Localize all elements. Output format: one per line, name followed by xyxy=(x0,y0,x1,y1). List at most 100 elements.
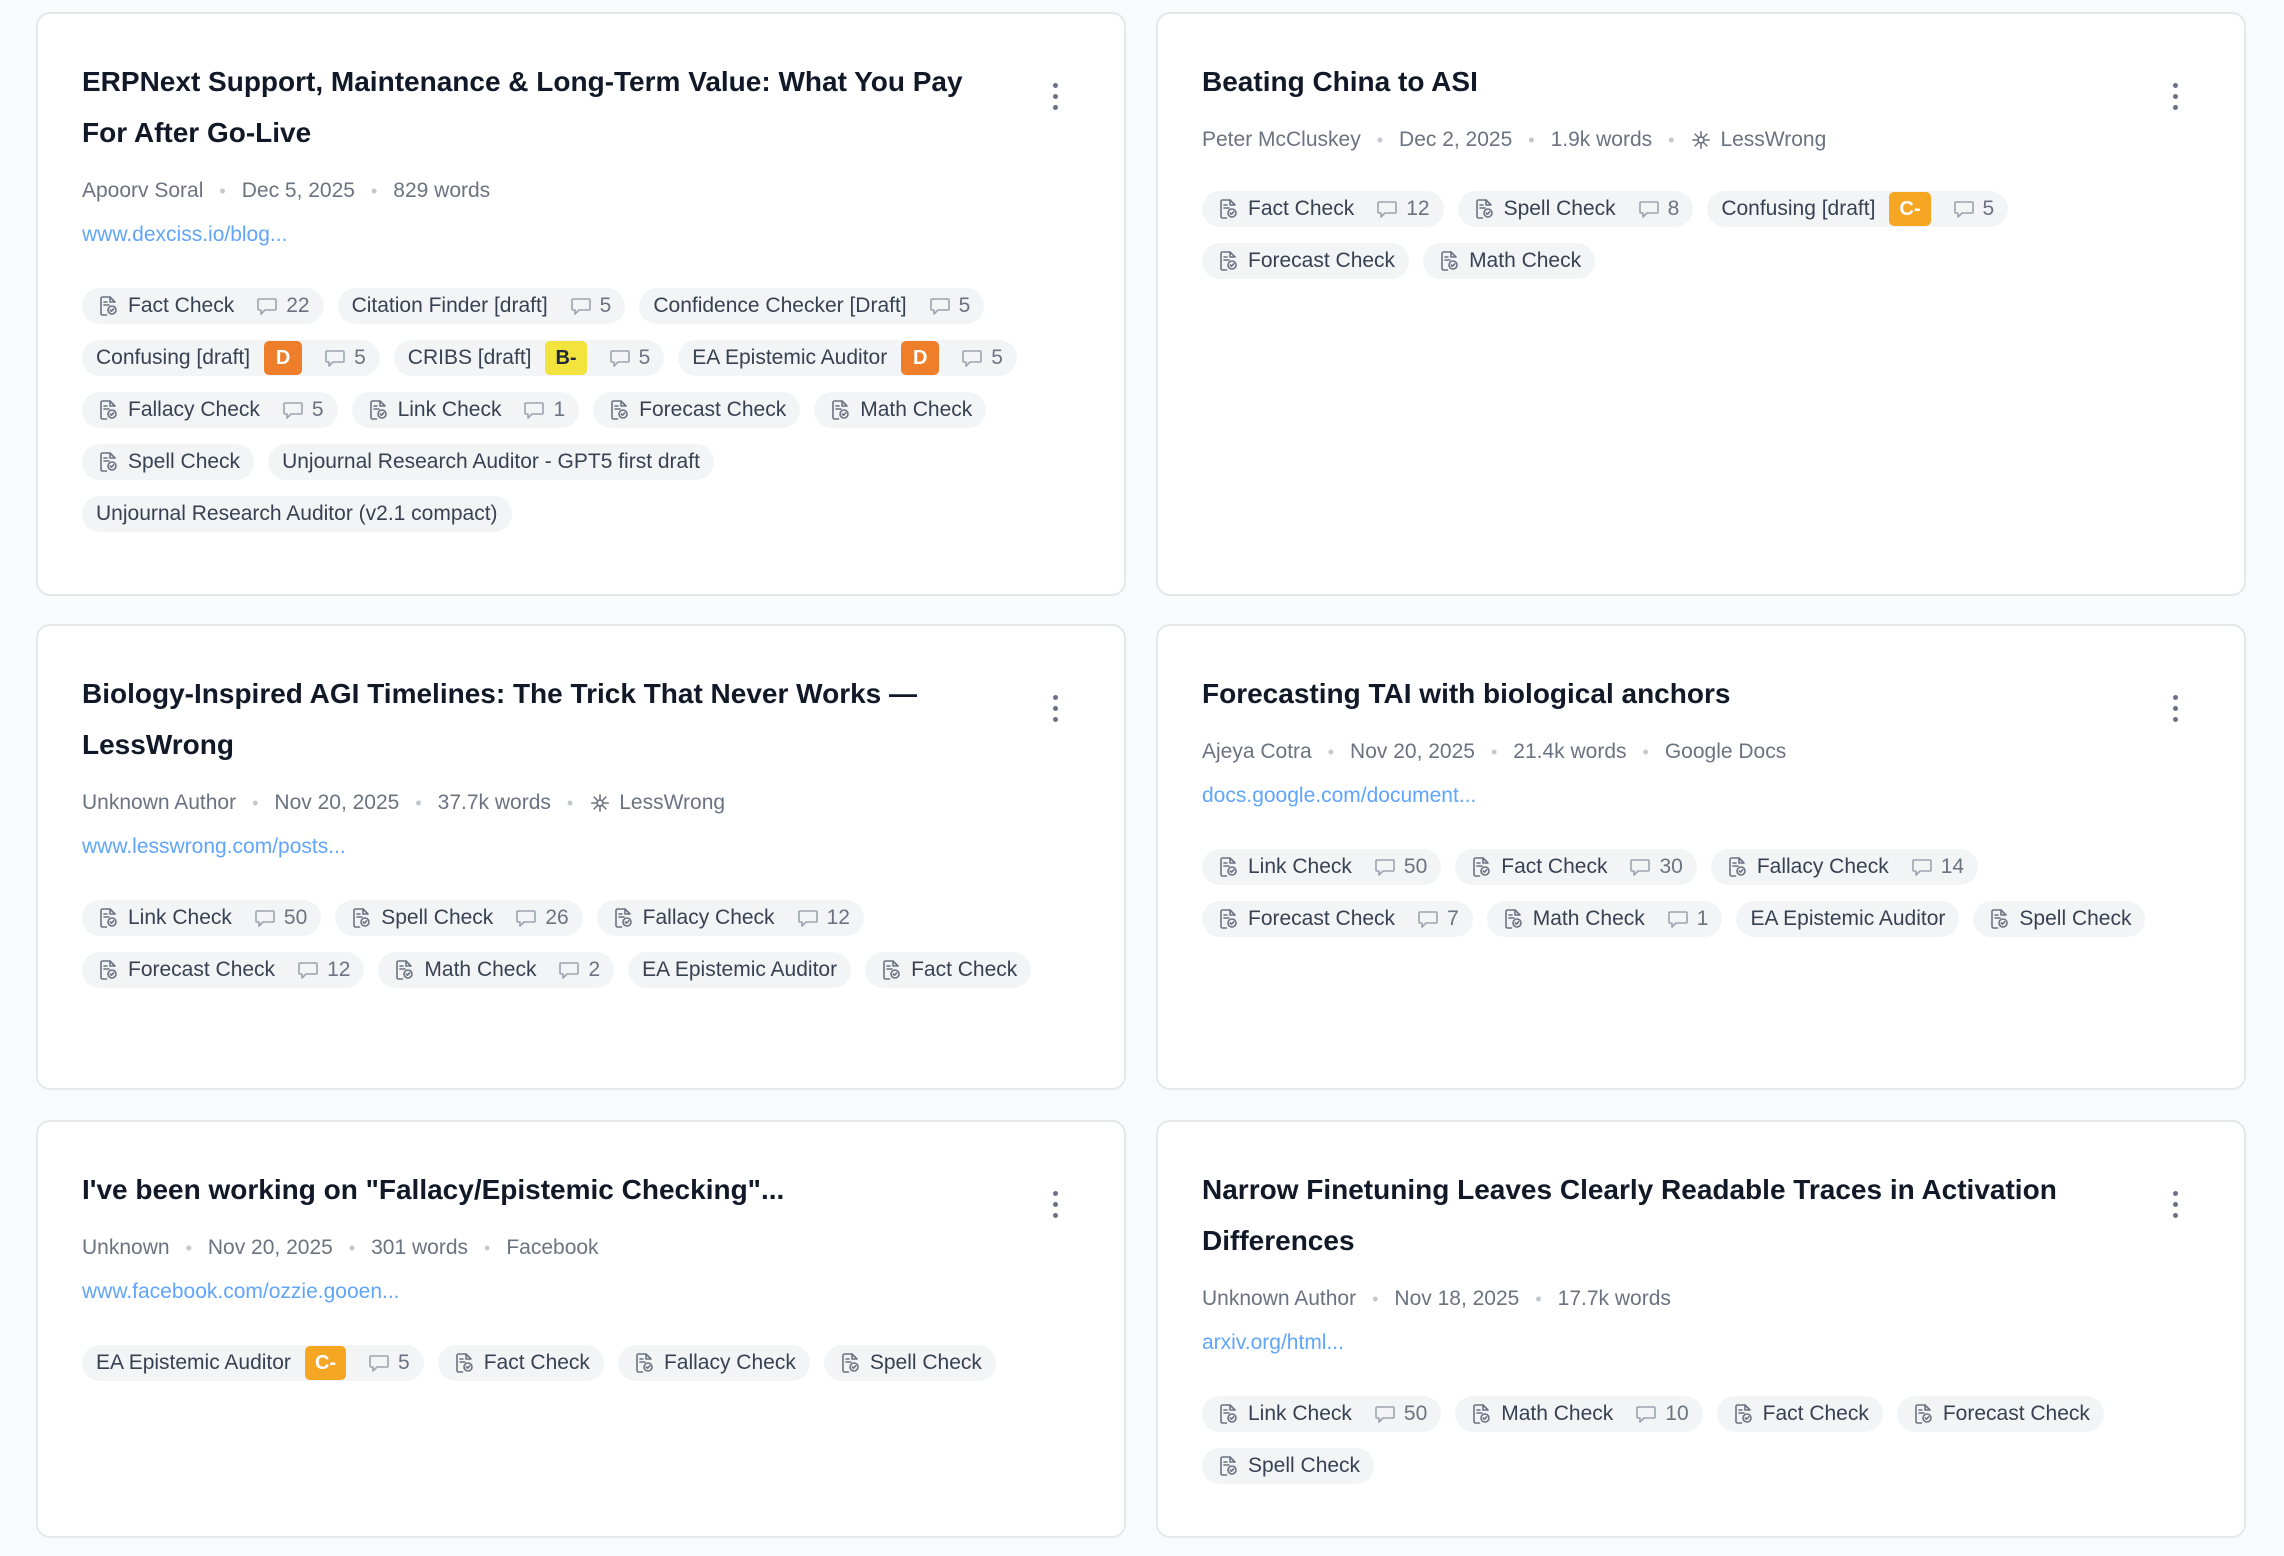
tag-label: Forecast Check xyxy=(1248,907,1396,930)
evaluation-tag-ea-epistemic-auditor[interactable]: EA Epistemic Auditor D 5 xyxy=(678,340,1017,376)
tag-label: Spell Check xyxy=(128,450,241,473)
evaluation-tag-fact-check[interactable]: Fact Check xyxy=(1716,1396,1883,1432)
card-title[interactable]: Beating China to ASI xyxy=(1202,56,2200,107)
evaluation-tag-fact-check[interactable]: Fact Check xyxy=(865,952,1032,988)
comment-count-value: 5 xyxy=(1982,197,1995,220)
comment-icon xyxy=(1911,859,1932,876)
evaluation-tag-math-check[interactable]: Math Check 2 xyxy=(378,952,615,988)
tag-label: Math Check xyxy=(1469,249,1582,272)
document-card[interactable]: Forecasting TAI with biological anchors … xyxy=(1156,624,2246,1090)
forecast-check-icon xyxy=(1220,251,1237,271)
author-name: Unknown xyxy=(82,1236,170,1259)
source-link[interactable]: www.facebook.com/ozzie.gooen... xyxy=(82,1277,1080,1307)
comment-count-value: 2 xyxy=(588,958,601,981)
more-options-icon[interactable] xyxy=(2168,1184,2182,1224)
evaluation-tag-math-check[interactable]: Math Check xyxy=(1423,243,1596,279)
grade-badge: C- xyxy=(1889,192,1931,226)
more-options-icon[interactable] xyxy=(1048,76,1062,116)
evaluation-tag-ea-epistemic-auditor[interactable]: EA Epistemic Auditor C- 5 xyxy=(82,1345,424,1381)
evaluation-tag-forecast-check[interactable]: Forecast Check 7 xyxy=(1202,901,1473,937)
comment-count-value: 50 xyxy=(283,906,308,929)
evaluation-tag-citation-finder-draft[interactable]: Citation Finder [draft] 5 xyxy=(337,288,626,324)
evaluation-tag-fact-check[interactable]: Fact Check 30 xyxy=(1455,849,1697,885)
evaluation-tag-cribs-draft[interactable]: CRIBS [draft] B- 5 xyxy=(393,340,665,376)
tag-label: Fact Check xyxy=(1248,197,1355,220)
tag-label: Unjournal Research Auditor - GPT5 first … xyxy=(282,450,700,473)
evaluation-tag-spell-check[interactable]: Spell Check xyxy=(82,444,255,480)
comment-count: 12 xyxy=(1376,197,1430,221)
document-card[interactable]: Biology-Inspired AGI Timelines: The Tric… xyxy=(36,624,1126,1090)
evaluation-tag-math-check[interactable]: Math Check 1 xyxy=(1486,901,1723,937)
card-title[interactable]: Forecasting TAI with biological anchors xyxy=(1202,668,2200,719)
evaluation-tag-math-check[interactable]: Math Check xyxy=(814,392,987,428)
source-link[interactable]: www.lesswrong.com/posts... xyxy=(82,832,1080,862)
more-options-icon[interactable] xyxy=(2168,688,2182,728)
comment-count: 2 xyxy=(558,958,600,982)
more-options-icon[interactable] xyxy=(1048,1184,1062,1224)
tag-label: Citation Finder [draft] xyxy=(351,294,548,317)
comment-count: 12 xyxy=(297,958,350,982)
evaluation-tag-link-check[interactable]: Link Check 1 xyxy=(351,392,580,428)
evaluation-tag-fallacy-check[interactable]: Fallacy Check xyxy=(617,1345,810,1381)
source-link[interactable]: docs.google.com/document... xyxy=(1202,781,2200,811)
evaluation-tag-ea-epistemic-auditor[interactable]: EA Epistemic Auditor xyxy=(1736,901,1960,937)
evaluation-tag-spell-check[interactable]: Spell Check 8 xyxy=(1457,191,1694,227)
card-title[interactable]: ERPNext Support, Maintenance & Long-Term… xyxy=(82,56,1080,158)
evaluation-tag-fact-check[interactable]: Fact Check 12 xyxy=(1202,191,1444,227)
tag-label: EA Epistemic Auditor xyxy=(692,346,888,369)
evaluation-tag-fallacy-check[interactable]: Fallacy Check 14 xyxy=(1710,849,1979,885)
evaluation-tag-spell-check[interactable]: Spell Check xyxy=(1973,901,2146,937)
evaluation-tag-spell-check[interactable]: Spell Check xyxy=(823,1345,996,1381)
evaluation-tag-ea-epistemic-auditor[interactable]: EA Epistemic Auditor xyxy=(628,952,852,988)
card-title[interactable]: Biology-Inspired AGI Timelines: The Tric… xyxy=(82,668,1080,770)
separator-dot: • xyxy=(1376,130,1384,150)
evaluation-tag-fact-check[interactable]: Fact Check 22 xyxy=(82,288,324,324)
document-card[interactable]: I've been working on "Fallacy/Epistemic … xyxy=(36,1120,1126,1538)
evaluation-tag-fallacy-check[interactable]: Fallacy Check 12 xyxy=(596,900,864,936)
comment-count: 5 xyxy=(324,346,366,370)
tag-label: Math Check xyxy=(1501,1402,1614,1425)
document-card[interactable]: Beating China to ASI Peter McCluskey • Dec… xyxy=(1156,12,2246,596)
card-title[interactable]: Narrow Finetuning Leaves Clearly Readabl… xyxy=(1202,1164,2200,1266)
more-options-icon[interactable] xyxy=(1048,688,1062,728)
evaluation-tag-math-check[interactable]: Math Check 10 xyxy=(1455,1396,1703,1432)
evaluation-tag-fact-check[interactable]: Fact Check xyxy=(437,1345,604,1381)
evaluation-tag-link-check[interactable]: Link Check 50 xyxy=(1202,849,1442,885)
more-options-icon[interactable] xyxy=(2168,76,2182,116)
evaluation-tag-confusing-draft[interactable]: Confusing [draft] D 5 xyxy=(82,340,380,376)
source-link[interactable]: www.dexciss.io/blog... xyxy=(82,220,1080,250)
evaluation-tag-forecast-check[interactable]: Forecast Check xyxy=(1202,243,1410,279)
evaluation-tag-forecast-check[interactable]: Forecast Check xyxy=(593,392,801,428)
card-meta: Peter McCluskey • Dec 2, 2025 • 1.9k words • L… xyxy=(1202,125,2200,155)
evaluation-tag-spell-check[interactable]: Spell Check 26 xyxy=(335,900,583,936)
source-platform: Google Docs xyxy=(1665,737,1786,767)
document-card[interactable]: Narrow Finetuning Leaves Clearly Readabl… xyxy=(1156,1120,2246,1538)
tag-label: Math Check xyxy=(860,398,973,421)
source-platform: Facebook xyxy=(506,1233,598,1263)
separator-dot: • xyxy=(1642,742,1649,762)
evaluation-tag-link-check[interactable]: Link Check 50 xyxy=(82,900,322,936)
evaluation-tag-confusing-draft[interactable]: Confusing [draft] C- 5 xyxy=(1707,191,2009,227)
comment-count-value: 7 xyxy=(1447,907,1459,930)
tag-label: Spell Check xyxy=(869,1351,982,1374)
comment-icon xyxy=(1418,911,1438,928)
evaluation-tag-spell-check[interactable]: Spell Check xyxy=(1202,1448,1375,1484)
evaluation-tag-link-check[interactable]: Link Check 50 xyxy=(1202,1396,1442,1432)
evaluation-tag-unjournal-research-auditor-v2-1-compact[interactable]: Unjournal Research Auditor (v2.1 compact… xyxy=(82,496,512,532)
evaluation-tag-forecast-check[interactable]: Forecast Check 12 xyxy=(82,952,365,988)
comment-count-value: 1 xyxy=(1696,907,1709,930)
math-check-icon xyxy=(396,960,414,980)
evaluation-tags: Fact Check 22 Citation Finder [draft] 5 Conf… xyxy=(82,288,1080,532)
separator-dot: • xyxy=(370,181,378,201)
card-title[interactable]: I've been working on "Fallacy/Epistemic … xyxy=(82,1164,1080,1215)
evaluation-tag-confidence-checker-draft[interactable]: Confidence Checker [Draft] 5 xyxy=(639,288,985,324)
comment-count: 7 xyxy=(1417,907,1459,931)
document-card[interactable]: ERPNext Support, Maintenance & Long-Term… xyxy=(36,12,1126,596)
tag-label: Confusing [draft] xyxy=(1721,197,1876,220)
evaluation-tag-fallacy-check[interactable]: Fallacy Check 5 xyxy=(82,392,338,428)
comment-count: 5 xyxy=(570,294,611,318)
evaluation-tags: Link Check 50 Fact Check 30 Fallacy Check 14 F… xyxy=(1202,849,2200,937)
evaluation-tag-unjournal-research-auditor-gpt5-first-draft[interactable]: Unjournal Research Auditor - GPT5 first … xyxy=(268,444,714,480)
source-link[interactable]: arxiv.org/html... xyxy=(1202,1328,2200,1358)
evaluation-tag-forecast-check[interactable]: Forecast Check xyxy=(1896,1396,2104,1432)
